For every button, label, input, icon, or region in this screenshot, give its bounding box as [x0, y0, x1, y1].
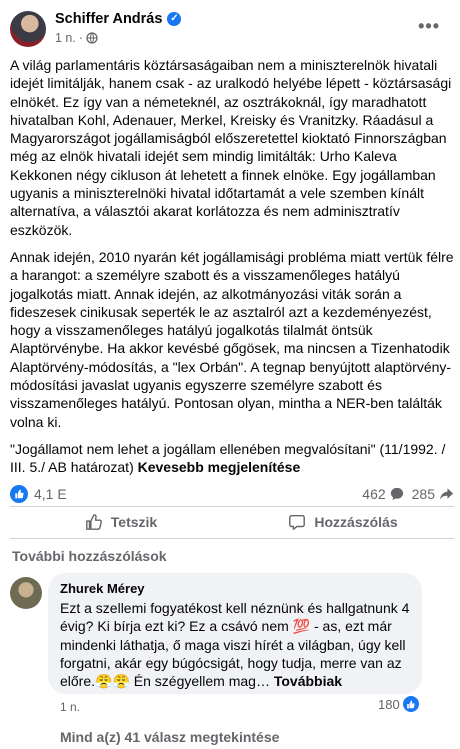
like-label: Tetszik: [110, 514, 158, 530]
like-button[interactable]: Tetszik: [10, 510, 232, 534]
comment-icon: [289, 514, 306, 530]
share-count[interactable]: 285: [412, 486, 435, 502]
comment-text: Ezt a szellemi fogyatékost kell néznünk …: [60, 599, 410, 690]
commenter-name[interactable]: Zhurek Mérey: [60, 581, 410, 596]
post-body: A világ parlamentáris köztársaságaiban n…: [10, 56, 454, 486]
comment-body: Ezt a szellemi fogyatékost kell néznünk …: [60, 600, 410, 690]
verified-icon: ✓: [167, 12, 182, 26]
share-count-icon: [439, 488, 454, 500]
thumbs-up-icon: [85, 514, 102, 530]
meta-separator: ·: [78, 31, 84, 45]
comment-reaction-count: 180: [378, 696, 400, 712]
engagement-counts: 462 285: [362, 486, 454, 502]
comment-count[interactable]: 462: [362, 486, 385, 502]
see-more-link[interactable]: Továbbiak: [274, 673, 342, 689]
post-meta: 1 n. ·: [55, 31, 98, 45]
author-name[interactable]: Schiffer András: [55, 11, 162, 27]
post-quote: "Jogállamot nem lehet a jogállam ellenéb…: [10, 440, 454, 477]
comment-bubble: Zhurek Mérey Ezt a szellemi fogyatékost …: [48, 573, 422, 694]
commenter-avatar[interactable]: [10, 577, 42, 609]
reaction-count[interactable]: 4,1 E: [34, 486, 67, 502]
post-paragraph: A világ parlamentáris köztársaságaiban n…: [10, 57, 452, 238]
comment-label: Hozzászólás: [314, 514, 398, 530]
like-reaction-icon: [402, 696, 419, 712]
comment-button[interactable]: Hozzászólás: [232, 510, 454, 534]
comment-reactions[interactable]: 180: [378, 696, 419, 712]
post-header: Schiffer András ✓ 1 n. · •••: [0, 0, 460, 52]
author-avatar[interactable]: [10, 11, 46, 47]
see-less-link[interactable]: Kevesebb megjelenítése: [138, 459, 301, 475]
divider: [10, 538, 454, 539]
comment-count-icon: [390, 487, 403, 501]
more-icon[interactable]: •••: [418, 16, 440, 37]
reaction-summary: 4,1 E 462 285: [10, 484, 454, 504]
more-comments-link[interactable]: További hozzászólások: [12, 548, 167, 564]
post-time[interactable]: 1 n.: [55, 31, 76, 45]
post-actions: Tetszik Hozzászólás: [10, 510, 454, 534]
author-row: Schiffer András ✓: [55, 11, 182, 27]
comment-time[interactable]: 1 n.: [60, 700, 80, 714]
view-replies-link[interactable]: Mind a(z) 41 válasz megtekintése: [60, 729, 279, 745]
post-paragraph: Annak idején, 2010 nyarán két jogállamis…: [10, 248, 454, 430]
like-reaction-icon: [10, 485, 28, 503]
divider: [10, 506, 454, 507]
globe-icon: [86, 32, 98, 44]
